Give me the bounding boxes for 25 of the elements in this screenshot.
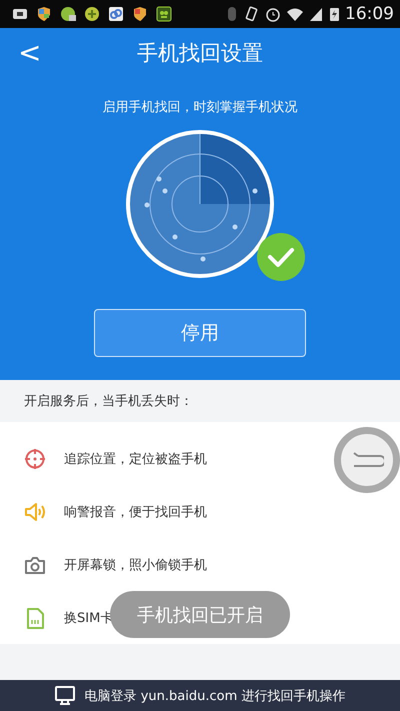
- alarm-icon: [265, 6, 281, 22]
- footer-text: 电脑登录 yun.baidu.com 进行找回手机操作: [84, 688, 346, 704]
- check-icon: [256, 232, 306, 282]
- sim-card-icon: [24, 606, 46, 628]
- crosshair-icon: [24, 448, 46, 470]
- subtitle: 启用手机找回，时刻掌握手机状况: [102, 99, 298, 116]
- back-button[interactable]: <: [12, 36, 48, 69]
- feature-text: 响警报音，便于找回手机: [64, 504, 207, 520]
- plus-icon: [84, 6, 100, 22]
- shield-icon: [132, 6, 148, 22]
- phone-rotate-icon: [244, 6, 260, 22]
- battery-icon: [328, 6, 340, 22]
- feature-text: 开屏幕锁，照小偷锁手机: [64, 556, 207, 574]
- page-title: 手机找回设置: [137, 40, 263, 67]
- shield-icon: [36, 6, 52, 22]
- wifi-icon: [286, 6, 304, 22]
- signal-icon: [309, 6, 323, 22]
- monitor-icon: [54, 686, 75, 706]
- notification-icon: [12, 6, 28, 22]
- speaker-icon: [24, 500, 46, 522]
- section-title: 开启服务后，当手机丢失时：: [24, 393, 193, 410]
- toast-message: 手机找回已开启: [110, 591, 290, 638]
- clock: 16:09: [345, 4, 394, 24]
- feature-text: 追踪位置，定位被盗手机: [64, 450, 207, 468]
- disable-button[interactable]: 停用: [94, 309, 306, 357]
